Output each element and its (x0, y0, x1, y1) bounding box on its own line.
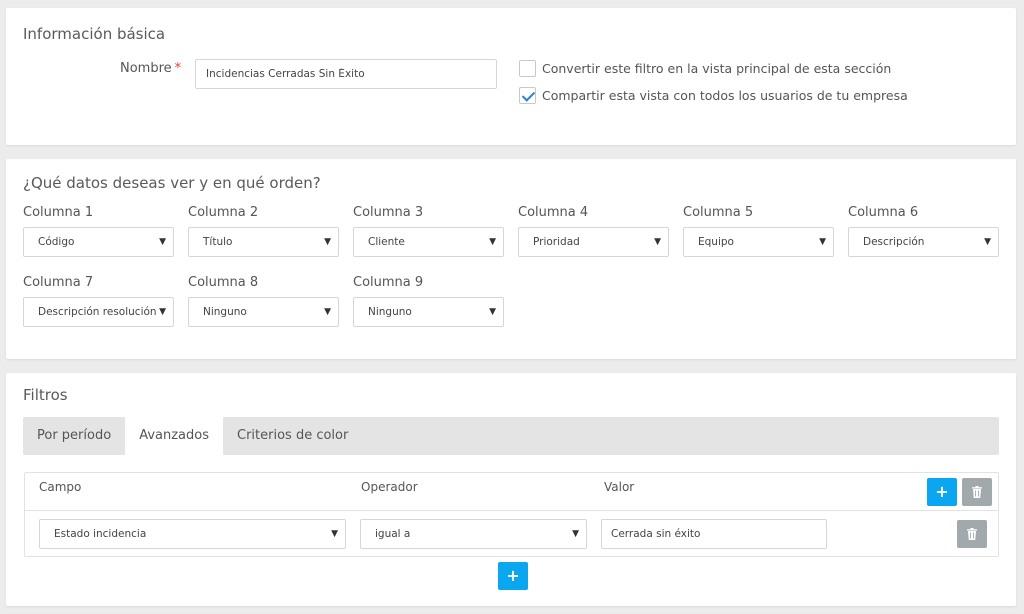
column-9-block: Columna 9 Ninguno ▼ (353, 275, 504, 327)
column-4-select[interactable]: Prioridad ▼ (518, 227, 669, 257)
column-3-label: Columna 3 (353, 205, 424, 220)
column-4-label: Columna 4 (518, 205, 589, 220)
filter-value-input[interactable]: Cerrada sin éxito (601, 519, 827, 549)
column-5-label: Columna 5 (683, 205, 754, 220)
column-8-block: Columna 8 Ninguno ▼ (188, 275, 339, 327)
chevron-down-icon: ▼ (324, 237, 331, 247)
column-1-select[interactable]: Código ▼ (23, 227, 174, 257)
column-1-label: Columna 1 (23, 205, 94, 220)
header-valor: Valor (604, 480, 635, 494)
chevron-down-icon: ▼ (572, 529, 579, 539)
chevron-down-icon: ▼ (819, 237, 826, 247)
share-view-option[interactable]: Compartir esta vista con todos los usuar… (519, 87, 908, 104)
name-input[interactable] (195, 59, 497, 89)
column-6-value: Descripción (863, 236, 925, 248)
header-campo: Campo (39, 480, 82, 494)
column-3-block: Columna 3 Cliente ▼ (353, 205, 504, 257)
column-6-label: Columna 6 (848, 205, 919, 220)
name-label: Nombre * (120, 61, 181, 76)
chevron-down-icon: ▼ (159, 237, 166, 247)
delete-all-filters-button[interactable] (962, 478, 992, 506)
filter-operator-value: igual a (375, 528, 411, 540)
column-8-select[interactable]: Ninguno ▼ (188, 297, 339, 327)
chevron-down-icon: ▼ (159, 307, 166, 317)
column-9-select[interactable]: Ninguno ▼ (353, 297, 504, 327)
chevron-down-icon: ▼ (324, 307, 331, 317)
header-operador: Operador (361, 480, 418, 494)
share-view-checkbox[interactable] (519, 87, 536, 104)
column-3-value: Cliente (368, 236, 405, 248)
main-view-checkbox[interactable] (519, 60, 536, 77)
chevron-down-icon: ▼ (984, 237, 991, 247)
column-4-value: Prioridad (533, 236, 580, 248)
column-9-label: Columna 9 (353, 275, 424, 290)
column-6-select[interactable]: Descripción ▼ (848, 227, 999, 257)
tab-por-periodo[interactable]: Por período (23, 417, 125, 455)
filters-title: Filtros (23, 386, 68, 404)
chevron-down-icon: ▼ (489, 307, 496, 317)
table-divider (25, 510, 998, 511)
chevron-down-icon: ▼ (331, 529, 338, 539)
column-2-block: Columna 2 Título ▼ (188, 205, 339, 257)
column-2-select[interactable]: Título ▼ (188, 227, 339, 257)
column-4-block: Columna 4 Prioridad ▼ (518, 205, 669, 257)
required-mark: * (174, 61, 182, 76)
trash-icon (967, 528, 977, 540)
chevron-down-icon: ▼ (654, 237, 661, 247)
filter-field-select[interactable]: Estado incidencia ▼ (39, 519, 346, 549)
main-view-option[interactable]: Convertir este filtro en la vista princi… (519, 60, 891, 77)
basic-info-title: Información básica (23, 25, 166, 43)
add-filter-button[interactable]: + (927, 478, 957, 506)
filters-panel: Filtros Por período Avanzados Criterios … (6, 373, 1016, 606)
share-view-label: Compartir esta vista con todos los usuar… (542, 88, 908, 103)
filters-tabbar: Por período Avanzados Criterios de color (23, 417, 999, 455)
column-1-value: Código (38, 236, 75, 248)
column-3-select[interactable]: Cliente ▼ (353, 227, 504, 257)
basic-info-panel: Información básica Nombre* Convertir est… (6, 8, 1016, 145)
columns-title: ¿Qué datos deseas ver y en qué orden? (23, 174, 321, 192)
column-5-value: Equipo (698, 236, 734, 248)
plus-icon: + (935, 482, 949, 501)
column-7-label: Columna 7 (23, 275, 94, 290)
name-label-text: Nombre (120, 61, 172, 76)
trash-icon (972, 486, 982, 498)
add-filter-row-button[interactable]: + (498, 562, 528, 590)
tab-avanzados[interactable]: Avanzados (125, 417, 223, 455)
column-2-value: Título (203, 236, 233, 248)
tab-criterios-color[interactable]: Criterios de color (223, 417, 362, 455)
filter-field-value: Estado incidencia (54, 528, 147, 540)
column-1-block: Columna 1 Código ▼ (23, 205, 174, 257)
column-5-block: Columna 5 Equipo ▼ (683, 205, 834, 257)
columns-panel: ¿Qué datos deseas ver y en qué orden? Co… (6, 159, 1016, 359)
column-8-label: Columna 8 (188, 275, 259, 290)
column-2-label: Columna 2 (188, 205, 259, 220)
filter-operator-select[interactable]: igual a ▼ (360, 519, 587, 549)
column-7-block: Columna 7 Descripción resolución ▼ (23, 275, 174, 327)
main-view-label: Convertir este filtro en la vista princi… (542, 61, 892, 76)
column-5-select[interactable]: Equipo ▼ (683, 227, 834, 257)
column-8-value: Ninguno (203, 306, 247, 318)
plus-icon: + (506, 566, 520, 585)
delete-filter-row-button[interactable] (957, 520, 987, 548)
advanced-filters-table: Campo Operador Valor + Estado incidencia… (24, 472, 999, 557)
column-7-value: Descripción resolución (38, 306, 157, 318)
chevron-down-icon: ▼ (489, 237, 496, 247)
column-7-select[interactable]: Descripción resolución ▼ (23, 297, 174, 327)
column-6-block: Columna 6 Descripción ▼ (848, 205, 999, 257)
column-9-value: Ninguno (368, 306, 412, 318)
